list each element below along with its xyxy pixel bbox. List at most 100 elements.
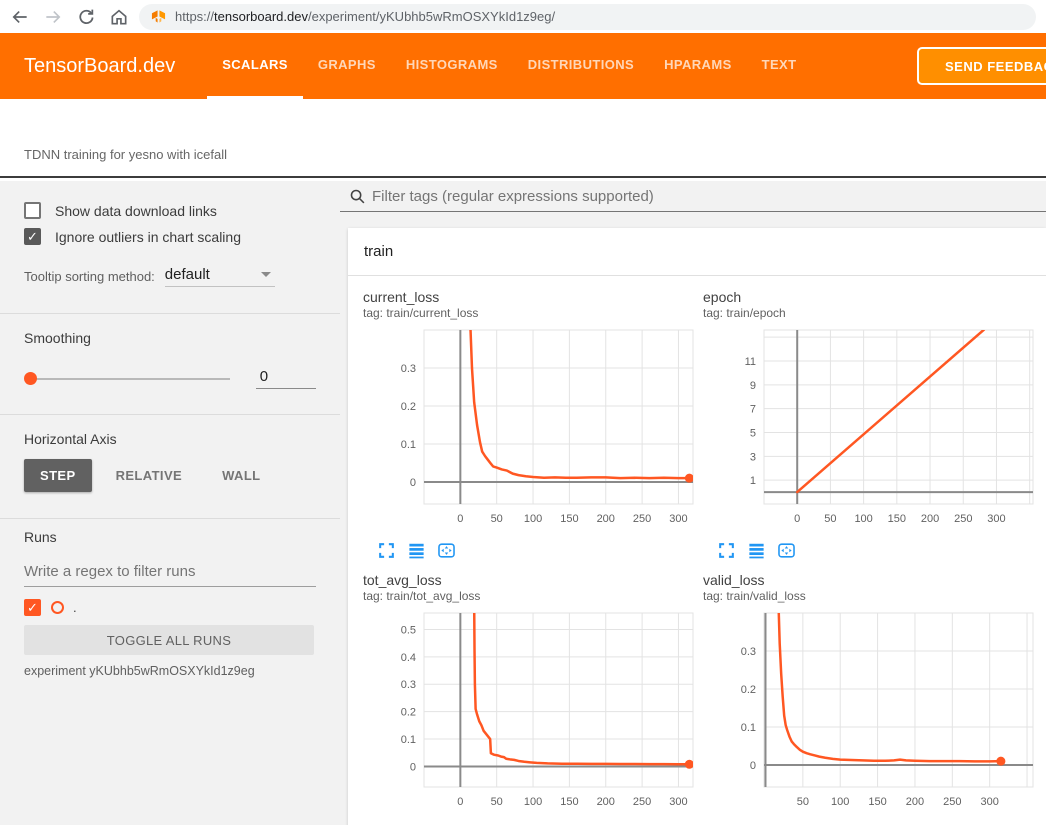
tag-filter-input[interactable] xyxy=(372,188,1046,205)
view-runs-icon[interactable] xyxy=(747,541,766,560)
tab-scalars[interactable]: SCALARS xyxy=(207,33,303,99)
train-card: train current_loss tag: train/current_lo… xyxy=(348,228,1046,825)
fullscreen-icon[interactable] xyxy=(377,541,396,560)
svg-text:1: 1 xyxy=(750,475,756,487)
title-strip: TDNN training for yesno with icefall xyxy=(0,99,1046,178)
experiment-id-label: experiment yKUbhb5wRmOSXYkId1z9eg xyxy=(24,664,316,678)
chart-title: tot_avg_loss xyxy=(360,572,700,588)
axis-option-relative[interactable]: RELATIVE xyxy=(100,459,199,492)
svg-text:0.3: 0.3 xyxy=(401,679,416,691)
forward-icon[interactable] xyxy=(43,7,63,27)
smoothing-label: Smoothing xyxy=(24,330,316,346)
svg-text:150: 150 xyxy=(888,513,906,525)
settings-sidebar: ✓ Show data download links ✓ Ignore outl… xyxy=(0,181,340,825)
horizontal-axis-label: Horizontal Axis xyxy=(24,431,316,447)
tab-distributions[interactable]: DISTRIBUTIONS xyxy=(513,33,649,99)
tensorboard-logo: TensorBoard.dev xyxy=(24,33,175,99)
reload-icon[interactable] xyxy=(76,7,96,27)
app-header: TensorBoard.dev SCALARS GRAPHS HISTOGRAM… xyxy=(0,33,1046,99)
svg-text:150: 150 xyxy=(560,513,578,525)
chart-tag: tag: train/tot_avg_loss xyxy=(360,589,700,603)
svg-text:0.1: 0.1 xyxy=(401,439,416,451)
svg-text:200: 200 xyxy=(597,513,615,525)
svg-text:100: 100 xyxy=(854,513,872,525)
svg-text:50: 50 xyxy=(824,513,836,525)
svg-text:100: 100 xyxy=(524,513,542,525)
experiment-title: TDNN training for yesno with icefall xyxy=(24,147,227,162)
line-chart[interactable]: 5010015020025030000.10.20.3 xyxy=(700,607,1035,822)
svg-text:0.2: 0.2 xyxy=(741,684,756,696)
smoothing-value[interactable]: 0 xyxy=(256,368,316,389)
axis-option-step[interactable]: STEP xyxy=(24,459,92,492)
svg-text:0: 0 xyxy=(410,477,416,489)
url-bar[interactable]: https://tensorboard.dev/experiment/yKUbh… xyxy=(139,4,1036,30)
back-icon[interactable] xyxy=(10,7,30,27)
svg-text:3: 3 xyxy=(750,451,756,463)
charts-grid: current_loss tag: train/current_loss 050… xyxy=(348,276,1046,825)
line-chart[interactable]: 05010015020025030000.10.20.30.40.5 xyxy=(360,607,695,822)
svg-text:0.3: 0.3 xyxy=(741,646,756,658)
fit-domain-icon[interactable] xyxy=(437,541,456,560)
runs-label: Runs xyxy=(24,529,316,545)
main-panel: train current_loss tag: train/current_lo… xyxy=(340,181,1046,825)
run-color-ring xyxy=(51,601,64,614)
browser-toolbar: https://tensorboard.dev/experiment/yKUbh… xyxy=(0,0,1046,33)
svg-text:5: 5 xyxy=(750,427,756,439)
axis-option-wall[interactable]: WALL xyxy=(206,459,276,492)
runs-filter-input[interactable] xyxy=(24,561,316,587)
tag-filter-row xyxy=(340,181,1046,212)
download-links-checkbox[interactable]: ✓ xyxy=(24,202,41,219)
toggle-all-runs-button[interactable]: TOGGLE ALL RUNS xyxy=(24,625,314,655)
chart-title: epoch xyxy=(700,289,1040,305)
tooltip-sorting-dropdown[interactable]: default xyxy=(165,266,275,287)
fit-domain-icon[interactable] xyxy=(777,541,796,560)
svg-text:150: 150 xyxy=(560,796,578,808)
tensorboard-favicon xyxy=(151,9,166,24)
ignore-outliers-label: Ignore outliers in chart scaling xyxy=(55,229,241,245)
svg-text:150: 150 xyxy=(868,796,886,808)
tab-histograms[interactable]: HISTOGRAMS xyxy=(391,33,513,99)
chart-valid-loss: valid_loss tag: train/valid_loss 5010015… xyxy=(700,572,1040,825)
svg-text:250: 250 xyxy=(954,513,972,525)
nav-tabs: SCALARS GRAPHS HISTOGRAMS DISTRIBUTIONS … xyxy=(207,33,811,99)
chevron-down-icon xyxy=(261,272,271,277)
line-chart[interactable]: 05010015020025030000.10.20.3 xyxy=(360,324,695,539)
chart-tag: tag: train/epoch xyxy=(700,306,1040,320)
svg-text:0.2: 0.2 xyxy=(401,401,416,413)
svg-text:300: 300 xyxy=(669,513,687,525)
svg-text:200: 200 xyxy=(906,796,924,808)
svg-text:200: 200 xyxy=(597,796,615,808)
svg-text:0.4: 0.4 xyxy=(401,652,416,664)
tab-graphs[interactable]: GRAPHS xyxy=(303,33,391,99)
svg-text:300: 300 xyxy=(980,796,998,808)
chart-tot-avg-loss: tot_avg_loss tag: train/tot_avg_loss 050… xyxy=(360,572,700,825)
fullscreen-icon[interactable] xyxy=(717,541,736,560)
svg-text:0: 0 xyxy=(457,796,463,808)
tooltip-sorting-label: Tooltip sorting method: xyxy=(24,269,155,284)
svg-text:11: 11 xyxy=(745,356,756,368)
app-root: https://tensorboard.dev/experiment/yKUbh… xyxy=(0,0,1046,825)
tab-text[interactable]: TEXT xyxy=(747,33,812,99)
svg-text:300: 300 xyxy=(987,513,1005,525)
svg-text:9: 9 xyxy=(750,380,756,392)
home-icon[interactable] xyxy=(109,7,129,27)
run-checkbox[interactable]: ✓ xyxy=(24,599,41,616)
chart-current-loss: current_loss tag: train/current_loss 050… xyxy=(360,289,700,560)
svg-text:250: 250 xyxy=(633,513,651,525)
svg-text:100: 100 xyxy=(831,796,849,808)
tab-hparams[interactable]: HPARAMS xyxy=(649,33,747,99)
ignore-outliers-checkbox[interactable]: ✓ xyxy=(24,228,41,245)
run-name: . xyxy=(73,600,77,615)
svg-text:200: 200 xyxy=(921,513,939,525)
svg-text:0.5: 0.5 xyxy=(401,624,416,636)
smoothing-slider[interactable] xyxy=(30,378,230,380)
line-chart[interactable]: 0501001502002503001357911 xyxy=(700,324,1035,539)
view-runs-icon[interactable] xyxy=(407,541,426,560)
svg-text:100: 100 xyxy=(524,796,542,808)
section-header-train[interactable]: train xyxy=(348,228,1046,276)
svg-text:50: 50 xyxy=(797,796,809,808)
send-feedback-button[interactable]: SEND FEEDBACK xyxy=(917,47,1046,85)
horizontal-axis-buttons: STEP RELATIVE WALL xyxy=(24,459,316,492)
smoothing-slider-thumb[interactable] xyxy=(24,372,37,385)
svg-text:0.2: 0.2 xyxy=(401,707,416,719)
